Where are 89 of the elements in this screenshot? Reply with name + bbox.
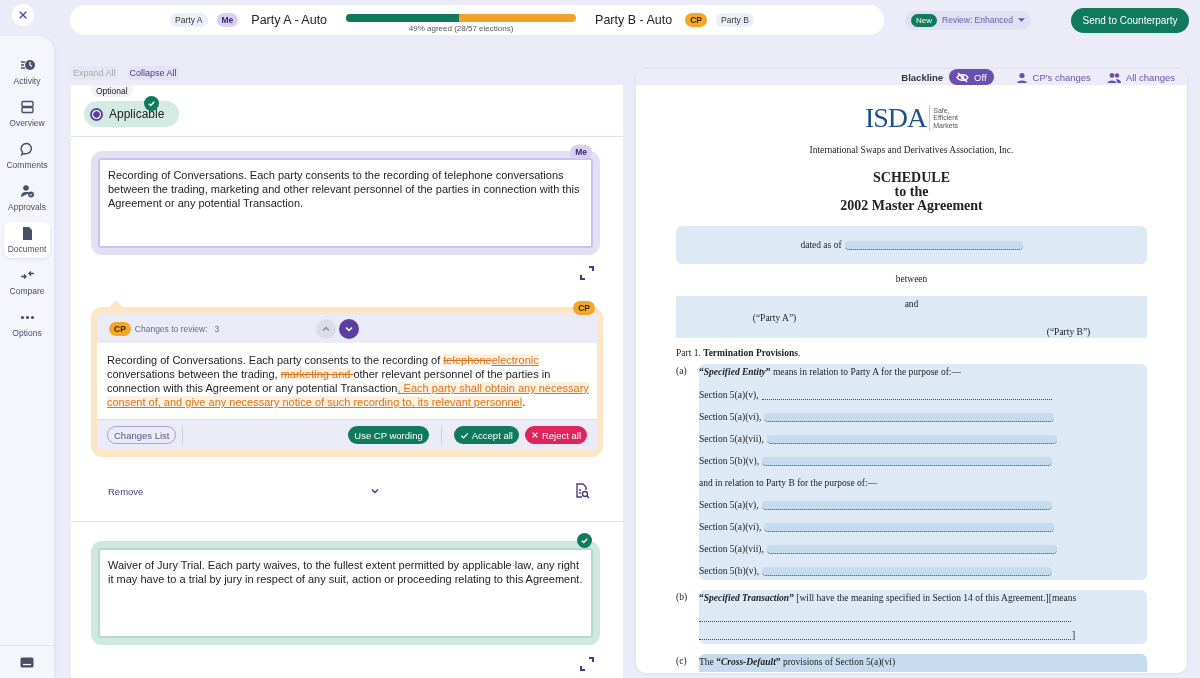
item-number: (b) (676, 591, 689, 604)
section-label: Section 5(b)(v), (699, 456, 760, 466)
option-chip[interactable]: Applicable (84, 101, 180, 127)
fill-in-line[interactable] (766, 435, 1057, 444)
sidebar-item[interactable]: Approvals (4, 180, 50, 216)
party-name: Party A - Auto (251, 13, 328, 27)
blackline-toggle[interactable]: Off (949, 69, 994, 85)
fill-in-line[interactable] (762, 457, 1053, 466)
and-text: and (903, 299, 920, 311)
section-label: Section 5(a)(vi), (699, 412, 762, 422)
fill-in-line[interactable] (766, 545, 1057, 554)
remove-dropdown[interactable]: Remove (108, 485, 380, 497)
cp-changes-button[interactable]: CP's changes (1015, 71, 1091, 83)
association-name: International Swaps and Derivatives Association, Inc. (808, 145, 1015, 155)
check-icon (459, 430, 469, 440)
wording-text-box[interactable]: Waiver of Jury Trial. Each party waives, to the fullest extent permitted by applicable law, any right it may have to a trial by jury in respect of any suit, action or proceeding relating to this Agreement. (98, 548, 593, 638)
item-text: and in relation to Party B for the purpose of:— (699, 478, 878, 488)
fill-in-line[interactable] (764, 413, 1055, 422)
fill-in-line[interactable] (762, 567, 1053, 576)
party-name: Party B - Auto (595, 13, 673, 27)
party-a-label: (“Party A”) (751, 313, 798, 325)
section-label: Section 5(b)(v), (699, 566, 760, 576)
expand-icon (580, 657, 594, 671)
activity-icon (19, 58, 35, 73)
dated-label: dated as of (800, 240, 842, 250)
people-icon (1106, 71, 1121, 83)
cp-badge: CP (573, 301, 595, 315)
chevron-icon (370, 486, 380, 496)
sidebar-item[interactable]: Options (4, 306, 50, 342)
document-search-icon (575, 483, 590, 499)
use-cp-wording-button[interactable]: Use CP wording (348, 426, 429, 444)
next-change-button[interactable] (339, 318, 360, 339)
comments-icon (19, 142, 35, 157)
reject-all-button[interactable]: Reject all (524, 426, 587, 444)
fill-in-line[interactable] (764, 523, 1055, 532)
overview-icon (19, 100, 35, 115)
bracket-text: ] (1072, 630, 1076, 640)
eye-slash-icon (956, 71, 970, 83)
redline-text: Recording of Conversations. Each party consents to the recording of telephoneelectronic conversations between the trading, marketing and other relevant personnel of the parties in connection with this Agreement or any potential Transaction, Each party shall obtain any necessary consent of, and give any necessary notice of such recording to, its relevant personnel. (97, 343, 597, 419)
item-text: “Specified Entity” means in relation to Party A for the purpose of:— (699, 366, 962, 378)
optional-tag: Optional (91, 85, 133, 97)
item-number: (a) (676, 365, 688, 378)
blackline-label: Blackline (901, 71, 944, 83)
section-label: Section 5(a)(v), (699, 390, 759, 400)
sidebar-item[interactable]: Activity (4, 54, 50, 90)
logo-wordmark: ISDA (864, 105, 931, 131)
close-button[interactable] (12, 4, 34, 26)
wording-text-box[interactable]: Recording of Conversations. Each party consents to the recording of telephone conversations between the trading, marketing and other relevant personnel of the parties in connection with this Agreement or any potential Transaction. (98, 158, 593, 248)
party-b-label: (“Party B”) (1045, 327, 1092, 339)
section-label: Section 5(a)(vii), (699, 434, 764, 444)
sidebar-item[interactable]: Comments (4, 138, 50, 174)
me-badge: Me (216, 13, 239, 27)
me-badge: Me (570, 145, 592, 159)
radio-button[interactable] (90, 107, 103, 121)
review-mode-dropdown[interactable]: New Review: Enhanced (905, 10, 1031, 30)
part-heading: Part 1. Termination Provisions. (676, 348, 802, 358)
fill-in-line[interactable] (761, 501, 1052, 510)
new-badge: New (911, 13, 937, 27)
party-tag: Party A (170, 13, 208, 27)
collapse-all-button[interactable]: Collapse All (127, 66, 179, 80)
close-icon (530, 431, 539, 439)
cp-badge: CP (685, 13, 707, 27)
all-changes-button[interactable]: All changes (1106, 71, 1175, 83)
expand-icon (580, 266, 594, 280)
document-title: SCHEDULE to the 2002 Master Agreement (839, 171, 984, 213)
section-label: Section 5(a)(vi), (699, 522, 762, 532)
send-button[interactable]: Send to Counterparty (1071, 7, 1189, 33)
caret-icon (1017, 17, 1025, 23)
keyboard-icon (20, 656, 34, 668)
between-text: between (894, 274, 929, 284)
sidebar-item[interactable]: Overview (4, 96, 50, 132)
party-tag: Party B (716, 13, 754, 27)
review-mode-label: Review: Enhanced (942, 15, 1013, 25)
section-label: Section 5(a)(v), (699, 500, 759, 510)
fill-in-line[interactable] (844, 240, 1023, 250)
changes-label: Changes to review: (134, 323, 208, 334)
progress-caption: 49% agreed (28/57 elections) (408, 23, 514, 33)
close-icon (18, 10, 28, 20)
accept-all-button[interactable]: Accept all (453, 426, 519, 444)
item-text: The “Cross-Default” provisions of Section 5(a)(vi) (699, 656, 897, 668)
item-number: (c) (676, 655, 688, 668)
cp-badge: CP (109, 321, 131, 336)
sidebar-item[interactable]: Compare (4, 264, 50, 300)
person-icon (1015, 71, 1028, 83)
item-text: “Specified Transaction” [will have the meaning specified in Section 14 of this Agreement.][means (699, 592, 1078, 604)
sidebar-item[interactable]: Document (4, 222, 50, 258)
approvals-icon (19, 184, 35, 199)
section-label: Section 5(a)(vii), (699, 544, 764, 554)
changes-count: 3 (214, 323, 220, 334)
